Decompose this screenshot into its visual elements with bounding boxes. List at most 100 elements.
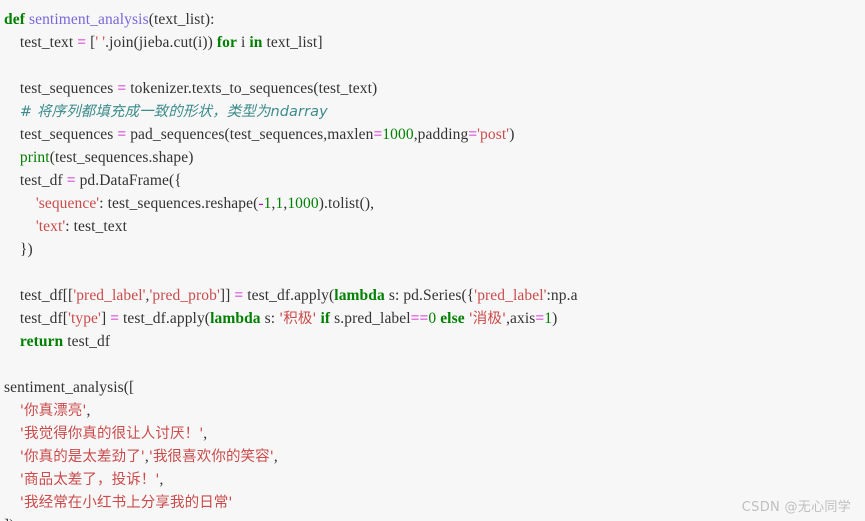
code-token-plain: : test_sequences.reshape( — [99, 195, 259, 212]
code-line: test_text = [' '.join(jieba.cut(i)) for … — [0, 31, 865, 54]
code-token-str: 'pred_prob' — [149, 287, 220, 304]
code-line: # 将序列都填充成一致的形状，类型为ndarray — [0, 100, 865, 123]
code-token-str: '我很喜欢你的笑容' — [148, 449, 274, 465]
code-token-str: '商品太差了，投诉！' — [19, 472, 160, 488]
code-token-str: '你真漂亮' — [19, 403, 87, 419]
code-token-str: 'pred_label' — [73, 287, 146, 304]
code-token-plain: ).tolist(), — [318, 195, 375, 212]
code-token-plain: (text_list): — [148, 11, 215, 28]
code-token-fname: sentiment_analysis — [28, 11, 149, 28]
code-token-str: '我经常在小红书上分享我的日常' — [19, 495, 233, 511]
csdn-watermark: CSDN @无心同学 — [741, 500, 851, 515]
code-token-plain: ] — [100, 310, 111, 327]
code-token-num: 1 — [544, 310, 553, 327]
code-token-plain: .join(jieba.cut(i)) — [105, 34, 217, 51]
code-token-plain: text_list] — [262, 34, 323, 51]
code-screenshot: def sentiment_analysis(text_list): test_… — [0, 0, 865, 521]
code-token-op: = — [66, 172, 76, 189]
code-token-op: = — [117, 126, 127, 143]
code-token-op: = — [468, 126, 478, 143]
code-token-op: = — [110, 310, 120, 327]
code-token-plain: ) — [509, 126, 515, 143]
code-line: ​ — [0, 54, 865, 77]
code-token-plain: pad_sequences(test_sequences,maxlen — [126, 126, 374, 143]
code-token-plain: , — [159, 471, 164, 488]
code-token-str: 'sequence' — [35, 195, 100, 212]
code-token-num: 1000 — [287, 195, 319, 212]
code-line: 'sequence': test_sequences.reshape(-1,1,… — [0, 192, 865, 215]
code-line: return test_df — [0, 330, 865, 353]
code-token-plain: test_df[[ — [4, 287, 74, 304]
code-token-str: '积极' — [279, 311, 317, 327]
code-line: test_df['type'] = test_df.apply(lambda s… — [0, 307, 865, 330]
code-token-plain: ]) — [4, 517, 15, 521]
code-token-plain: , — [86, 402, 91, 419]
code-token-str: '我觉得你真的很让人讨厌！' — [19, 426, 204, 442]
code-token-plain: test_sequences — [4, 126, 118, 143]
code-token-plain: ,padding — [413, 126, 469, 143]
code-token-str: 'pred_label' — [474, 287, 547, 304]
code-token-plain: sentiment_analysis([ — [4, 379, 135, 396]
code-token-plain: ,axis — [506, 310, 536, 327]
code-line: '你真的是太差劲了','我很喜欢你的笑容', — [0, 445, 865, 468]
code-token-op: = — [373, 126, 383, 143]
code-token-kw: return — [19, 333, 64, 350]
code-token-kw: for — [216, 34, 237, 51]
code-line: test_df[['pred_label','pred_prob']] = te… — [0, 284, 865, 307]
code-line: '我觉得你真的很让人讨厌！', — [0, 422, 865, 445]
code-token-kw: else — [440, 310, 465, 327]
code-token-plain: s: — [260, 310, 280, 327]
code-token-plain: test_sequences — [4, 80, 118, 97]
code-line: def sentiment_analysis(text_list): — [0, 8, 865, 31]
code-block[interactable]: def sentiment_analysis(text_list): test_… — [0, 0, 865, 521]
code-line: '商品太差了，投诉！', — [0, 468, 865, 491]
code-token-str: 'post' — [477, 126, 510, 143]
code-token-plain: test_text — [4, 34, 78, 51]
code-token-plain: [ — [86, 34, 96, 51]
code-token-plain: test_df.apply( — [243, 287, 335, 304]
code-token-plain: (test_sequences.shape) — [49, 149, 194, 166]
code-line: sentiment_analysis([ — [0, 376, 865, 399]
code-token-str: 'type' — [68, 310, 101, 327]
code-token-kw: if — [320, 310, 331, 327]
code-token-plain: i — [237, 34, 250, 51]
code-token-plain: , — [203, 425, 208, 442]
code-token-plain: test_df[ — [4, 310, 69, 327]
code-token-op: = — [77, 34, 87, 51]
code-token-op: = — [234, 287, 244, 304]
code-token-plain: ) — [552, 310, 558, 327]
code-token-str: '消极' — [468, 311, 507, 327]
code-token-num: 1000 — [382, 126, 414, 143]
code-token-kw: lambda — [210, 310, 261, 327]
code-token-num: 1 — [263, 195, 272, 212]
code-token-op: = — [117, 80, 127, 97]
code-token-kw: lambda — [334, 287, 385, 304]
code-line: ​ — [0, 261, 865, 284]
code-line: '我经常在小红书上分享我的日常' — [0, 491, 865, 514]
code-token-plain: ]] — [219, 287, 235, 304]
code-token-op: == — [410, 310, 429, 327]
code-token-plain: , — [273, 448, 278, 465]
code-line: ]) — [0, 514, 865, 521]
code-token-str: 'text' — [35, 218, 66, 235]
code-token-plain: pd.DataFrame({ — [75, 172, 182, 189]
code-token-plain: s.pred_label — [330, 310, 411, 327]
code-token-plain: tokenizer.texts_to_sequences(test_text) — [126, 80, 378, 97]
code-line: }) — [0, 238, 865, 261]
code-token-plain: test_df — [63, 333, 111, 350]
code-token-plain: :np.a — [546, 287, 578, 304]
code-token-kw: in — [249, 34, 263, 51]
code-token-builtin: print — [19, 149, 50, 166]
code-line: '你真漂亮', — [0, 399, 865, 422]
code-line: test_sequences = tokenizer.texts_to_sequ… — [0, 77, 865, 100]
code-token-str: '你真的是太差劲了' — [19, 449, 145, 465]
code-token-plain: s: pd.Series({ — [384, 287, 475, 304]
